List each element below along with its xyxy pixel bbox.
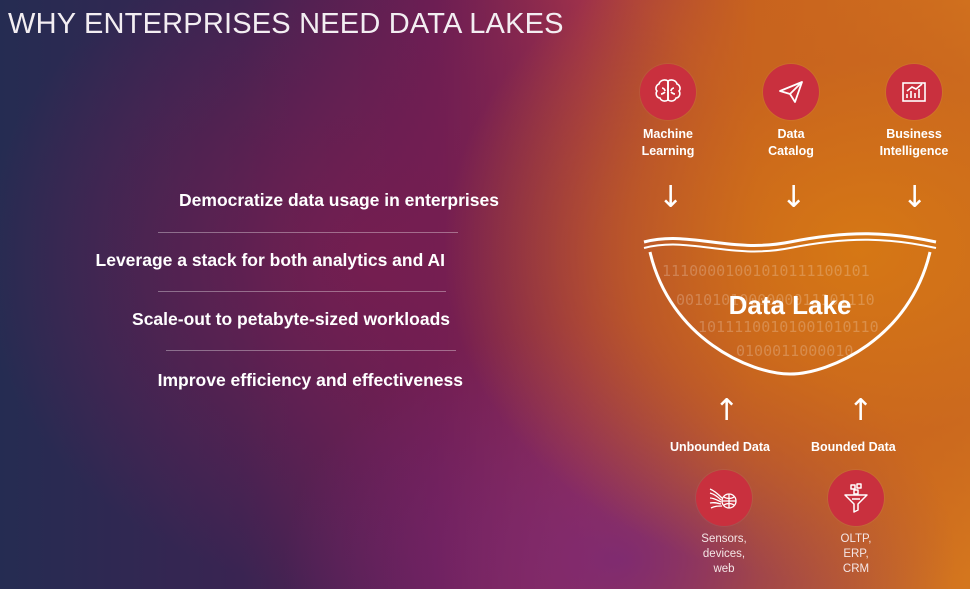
arrow-down-icon: ↓: [781, 180, 807, 215]
source-caption: OLTP,: [840, 533, 872, 545]
arrow-up-icon: ↑: [848, 393, 874, 428]
slide-title: WHY ENTERPRISES NEED DATA LAKES: [8, 8, 564, 40]
source-caption: ERP,: [843, 548, 869, 560]
consumer-label: Catalog: [768, 144, 814, 158]
data-lake-label: Data Lake: [728, 290, 852, 320]
source-caption: devices,: [702, 548, 746, 560]
source-caption: CRM: [842, 563, 870, 575]
bullet-item: Improve efficiency and effectiveness: [157, 370, 463, 390]
consumer-label: Machine: [642, 127, 693, 141]
brain-icon: [640, 64, 696, 120]
binary-row: 11100001001010111100101: [662, 262, 870, 280]
consumer-label: Intelligence: [879, 144, 949, 158]
consumer-machine-learning: Machine Learning: [620, 64, 716, 160]
binary-row: 0100011000010: [736, 342, 853, 360]
consumer-label: Learning: [641, 144, 695, 158]
source-bounded: OLTP, ERP, CRM: [808, 470, 904, 577]
paper-plane-icon: [763, 64, 819, 120]
bullet-item: Scale-out to petabyte-sized workloads: [132, 309, 450, 329]
divider: [166, 350, 456, 351]
consumer-label: Data: [777, 127, 805, 141]
bullet-item: Democratize data usage in enterprises: [179, 190, 499, 210]
divider: [158, 232, 458, 233]
bullet-item: Leverage a stack for both analytics and …: [95, 250, 445, 270]
arrow-up-icon: ↑: [714, 393, 740, 428]
bar-chart-icon: [886, 64, 942, 120]
sensor-globe-icon: [696, 470, 752, 526]
consumer-data-catalog: Data Catalog: [743, 64, 839, 160]
unbounded-data-label: Unbounded Data: [670, 440, 770, 454]
divider: [158, 291, 446, 292]
bounded-data-label: Bounded Data: [811, 440, 896, 454]
consumer-label: Business: [886, 127, 942, 141]
funnel-icon: [828, 470, 884, 526]
source-unbounded: Sensors, devices, web: [676, 470, 772, 577]
source-caption: Sensors,: [701, 533, 747, 545]
arrow-down-icon: ↓: [658, 180, 684, 215]
arrow-down-icon: ↓: [902, 180, 928, 215]
consumer-business-intelligence: Business Intelligence: [866, 64, 962, 160]
source-caption: web: [713, 563, 735, 575]
